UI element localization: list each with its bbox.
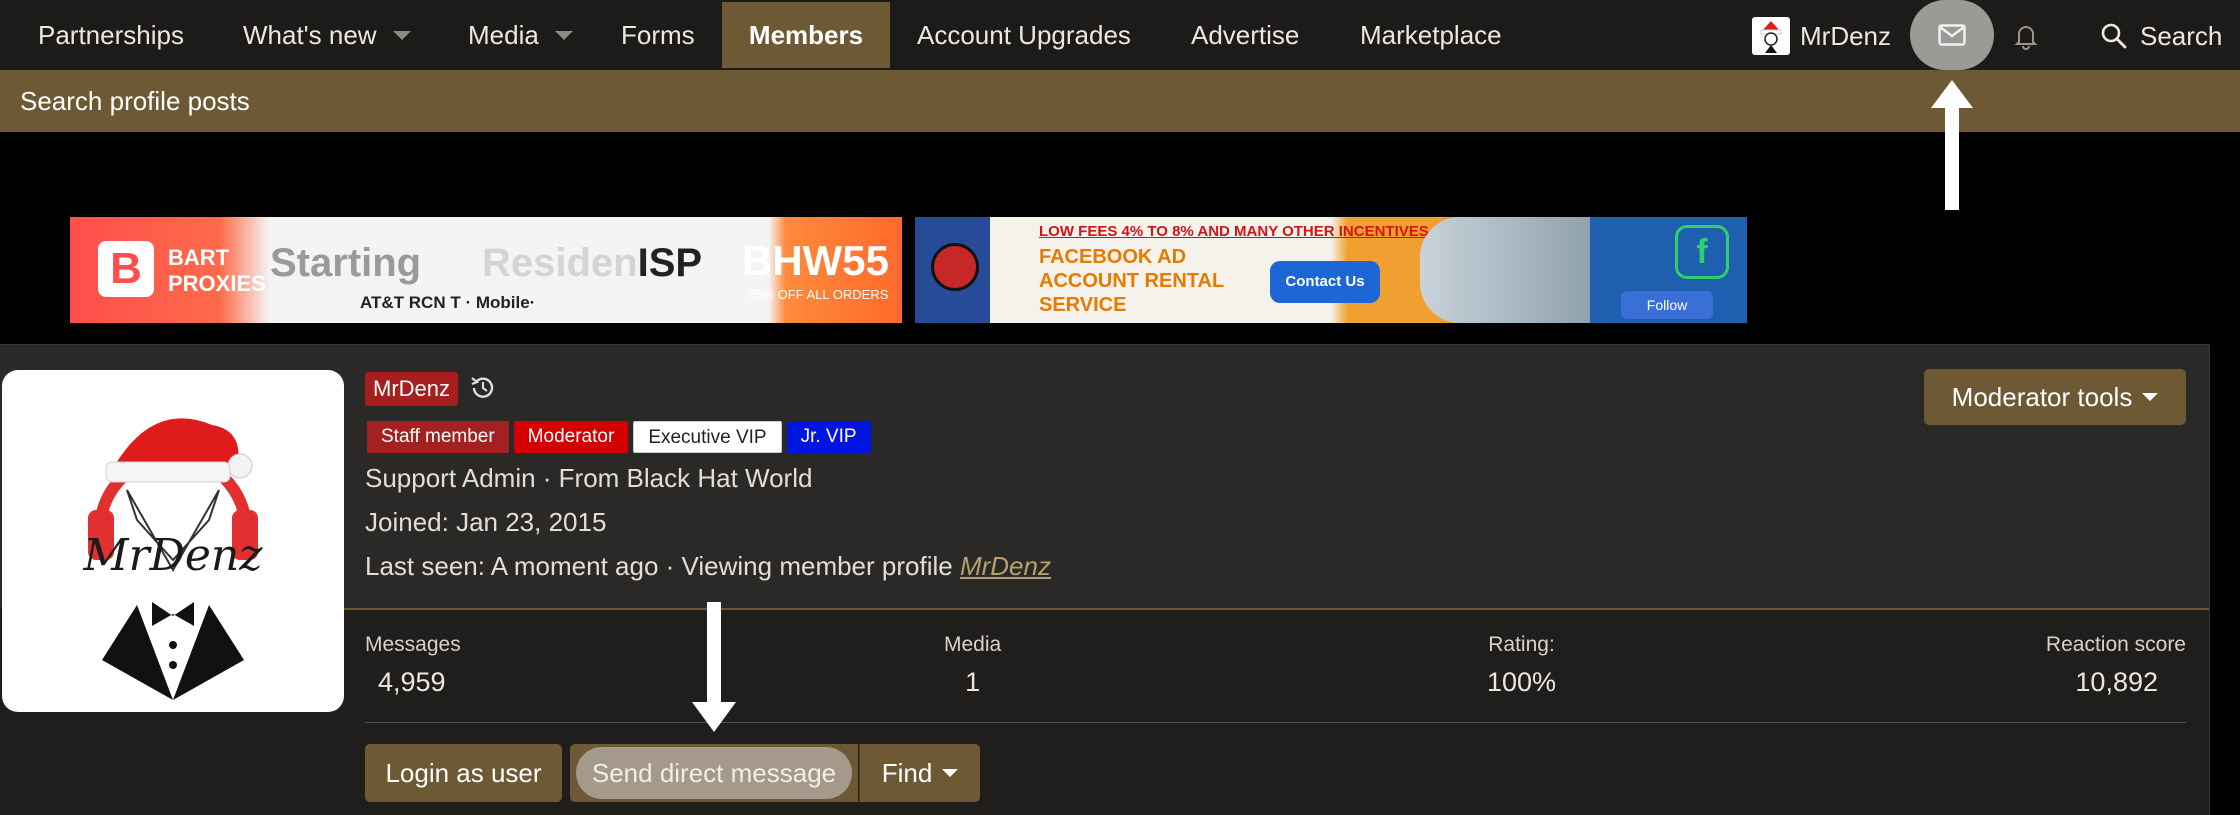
stat-value: 1 — [965, 667, 981, 697]
banner-executive-vip: Executive VIP — [633, 421, 782, 453]
ad-brand-logo-icon — [931, 243, 979, 291]
chevron-down-icon[interactable] — [554, 30, 573, 40]
nav-item-partnerships[interactable]: Partnerships — [38, 2, 184, 68]
nav-item-marketplace[interactable]: Marketplace — [1360, 2, 1502, 68]
nav-item-members[interactable]: Members — [722, 2, 890, 68]
nav-item-account-upgrades[interactable]: Account Upgrades — [917, 2, 1131, 68]
profile-joined: Joined: Jan 23, 2015 — [365, 507, 607, 537]
ad-service-line1: FACEBOOK AD — [1039, 246, 1187, 268]
find-label: Find — [881, 757, 933, 788]
chevron-down-icon — [942, 769, 959, 777]
facebook-icon: f — [1675, 225, 1729, 279]
find-button[interactable]: Find — [859, 744, 980, 802]
arrow-down-annotation — [692, 602, 736, 732]
ad-people-image — [1420, 217, 1590, 323]
ad-fees-text: LOW FEES 4% TO 8% AND MANY OTHER INCENTI… — [1039, 223, 1429, 240]
stat-label: Reaction score — [2045, 633, 2186, 656]
stat-value: 10,892 — [2075, 667, 2158, 697]
envelope-icon — [1938, 24, 1966, 46]
banner-moderator: Moderator — [513, 421, 629, 453]
ad-service-text: FACEBOOK AD ACCOUNT RENTAL SERVICE — [1039, 245, 1224, 317]
bart-brand-text: BART PROXIES — [168, 245, 266, 297]
profile-avatar[interactable]: MrDenz — [2, 370, 344, 712]
stat-label: Messages — [365, 633, 461, 656]
bart-brand-line2: PROXIES — [168, 271, 266, 296]
ad-discount-text: 55% OFF ALL ORDERS — [748, 287, 889, 302]
moderator-tools-label: Moderator tools — [1951, 381, 2133, 412]
ad-isp-text: ResidenISP — [482, 241, 702, 286]
ad-residen-text: Residen — [482, 241, 638, 285]
nav-item-forms[interactable]: Forms — [621, 2, 695, 68]
moderator-tools-button[interactable]: Moderator tools — [1924, 369, 2186, 425]
stat-label: Rating: — [1488, 633, 1555, 656]
ad-banner-bart-proxies[interactable]: B BART PROXIES Starting ResidenISP AT&T R… — [70, 217, 902, 323]
profile-divider — [340, 608, 2209, 610]
stats-divider — [365, 722, 2186, 723]
nav-label: Advertise — [1191, 19, 1300, 50]
bell-icon — [2014, 26, 2038, 50]
nav-item-media[interactable]: Media — [468, 2, 573, 68]
profile-title-line: Support Admin · From Black Hat World — [365, 463, 813, 493]
banner-jr-vip: Jr. VIP — [786, 421, 871, 453]
stat-media[interactable]: Media 1 — [944, 633, 1001, 698]
ad-service-line3: SERVICE — [1039, 294, 1127, 316]
arrow-up-annotation — [1931, 80, 1973, 210]
inbox-button[interactable] — [1910, 0, 1994, 70]
nav-label: What's new — [243, 19, 377, 50]
banner-staff-member: Staff member — [367, 421, 509, 453]
search-button[interactable]: Search — [2100, 16, 2222, 56]
avatar — [1752, 17, 1790, 55]
avatar-signature-text: MrDenz — [83, 530, 264, 581]
ad-service-line2: ACCOUNT RENTAL — [1039, 270, 1225, 292]
profile-last-seen: Last seen: A moment ago · Viewing member… — [365, 551, 1051, 582]
nav-item-advertise[interactable]: Advertise — [1191, 2, 1299, 68]
ad-promo-code: BHW55 — [742, 237, 890, 284]
stat-value: 100% — [1487, 667, 1557, 697]
nav-label: Partnerships — [38, 19, 184, 50]
stat-value: 4,959 — [378, 667, 446, 697]
santa-avatar-icon — [1760, 21, 1782, 53]
stat-messages[interactable]: Messages 4,959 — [365, 633, 461, 698]
send-direct-message-wrap: Send direct message — [570, 744, 858, 802]
stat-label: Media — [944, 633, 1002, 656]
send-direct-message-button[interactable]: Send direct message — [576, 747, 852, 799]
santa-tuxedo-avatar-icon: MrDenz — [83, 418, 264, 700]
top-navigation: Partnerships What's new Media Forms Memb… — [0, 0, 2240, 70]
last-seen-profile-link[interactable]: MrDenz — [960, 551, 1051, 581]
ad-follow-button[interactable]: Follow — [1621, 291, 1713, 319]
last-seen-text: Last seen: A moment ago · Viewing member… — [365, 551, 960, 581]
ad-banner-facebook-rental[interactable]: LOW FEES 4% TO 8% AND MANY OTHER INCENTI… — [915, 217, 1747, 323]
alerts-button[interactable] — [2006, 16, 2046, 56]
search-label: Search — [2140, 20, 2223, 51]
history-icon[interactable] — [468, 373, 498, 403]
bart-brand-line1: BART — [168, 245, 230, 270]
chevron-down-icon[interactable] — [392, 30, 411, 40]
bart-b-logo-icon: B — [98, 241, 154, 297]
nav-item-whats-new[interactable]: What's new — [243, 2, 411, 68]
nav-label: Media — [468, 19, 539, 50]
account-menu[interactable]: MrDenz — [1752, 17, 1891, 55]
stat-reaction-score[interactable]: Reaction score 10,892 — [2041, 633, 2186, 698]
nav-label: Marketplace — [1360, 19, 1502, 50]
login-as-user-button[interactable]: Login as user — [365, 744, 562, 802]
stat-rating[interactable]: Rating: 100% — [1487, 633, 1556, 698]
account-username: MrDenz — [1800, 20, 1892, 51]
nav-label: Account Upgrades — [917, 19, 1131, 50]
ad-contact-button[interactable]: Contact Us — [1270, 261, 1380, 303]
user-banners: Staff member Moderator Executive VIP Jr.… — [367, 421, 871, 453]
nav-label: Members — [748, 19, 864, 50]
search-icon — [2101, 23, 2127, 49]
search-profile-posts-link[interactable]: Search profile posts — [20, 86, 250, 117]
login-as-user-label: Login as user — [385, 757, 542, 788]
sub-navigation: Search profile posts — [0, 70, 2240, 132]
send-dm-label: Send direct message — [591, 757, 837, 788]
chevron-down-icon — [2142, 393, 2159, 401]
member-profile-panel: MrDenz MrDenz Staff member Moderator Exe… — [0, 344, 2210, 815]
ad-starting-text: Starting — [270, 241, 422, 285]
ad-carriers-text: AT&T RCN T · Mobile· — [360, 293, 536, 312]
ad-isp-bold: ISP — [637, 241, 703, 285]
nav-label: Forms — [621, 19, 695, 50]
profile-username: MrDenz — [365, 372, 459, 406]
